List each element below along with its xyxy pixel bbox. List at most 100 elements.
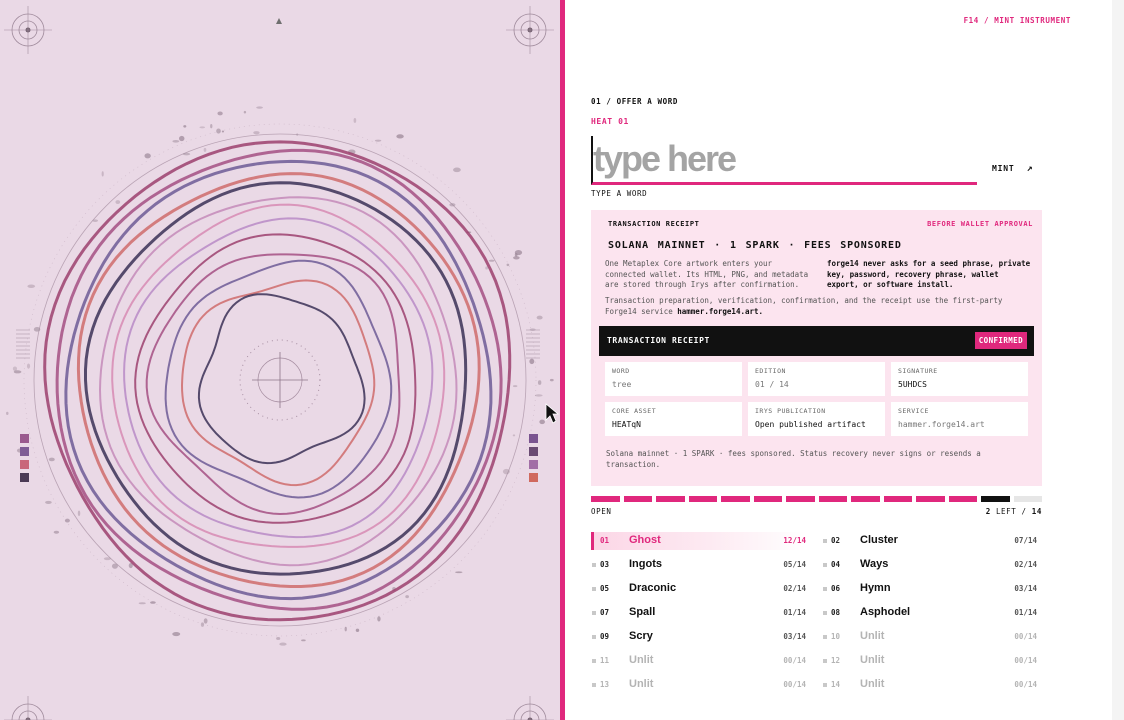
artwork-rings-svg [4,6,560,720]
speck [488,259,495,262]
palette-swatch-left [20,434,29,443]
heat-item-01[interactable]: 01 Ghost 12/14 [591,532,806,550]
speck [344,626,347,632]
field-value: 5UHDCS [898,380,927,389]
mint-panel: F14 / MINT INSTRUMENT 01 / OFFER A WORD … [565,0,1124,720]
receipt-heading: TRANSACTION RECEIPT [608,220,700,228]
heat-count: 00/14 [1014,680,1037,689]
heat-item-12[interactable]: 12 Unlit 00/14 [822,652,1037,670]
speck [6,411,9,415]
speck [243,110,247,114]
heat-item-06[interactable]: 06 Hymn 03/14 [822,580,1037,598]
speck [183,125,187,128]
speck [502,468,510,475]
progress-segment [656,496,685,502]
progress-segment [1013,496,1042,502]
heat-num: 02 [831,536,841,545]
heat-item-10[interactable]: 10 Unlit 00/14 [822,628,1037,646]
receipt-security-warning: forge14 never asks for a seed phrase, pr… [827,259,1031,289]
heat-num: 08 [831,608,841,617]
heat-name: Asphodel [860,606,911,618]
progress-segment [883,496,912,502]
heat-count: 01/14 [783,608,806,617]
speck [27,284,36,288]
speck [279,642,287,646]
speck [138,602,146,605]
speck [53,530,60,534]
open-published-artifact-link[interactable]: Open published artifact [755,420,878,429]
speck [144,153,151,159]
receipt-service-text: Transaction preparation, verification, c… [605,296,1003,316]
palette-swatch-right [529,473,538,482]
speck [199,126,206,129]
speck [26,363,31,369]
speck [210,124,213,129]
scrollbar[interactable] [1112,0,1124,720]
speck [92,219,98,222]
heat-item-03[interactable]: 03 Ingots 05/14 [591,556,806,574]
heat-item-08[interactable]: 08 Asphodel 01/14 [822,604,1037,622]
speck [217,111,223,116]
word-input[interactable] [591,136,977,185]
speck [377,616,381,622]
heat-count: 00/14 [1014,656,1037,665]
field-value: tree [612,380,632,389]
heat-item-07[interactable]: 07 Spall 01/14 [591,604,806,622]
palette-swatch-right [529,447,538,456]
speck [172,631,181,637]
heat-item-14[interactable]: 14 Unlit 00/14 [822,676,1037,694]
heat-marker [592,563,596,567]
mint-button[interactable]: MINT ↗ [992,163,1033,174]
heat-name: Draconic [629,582,677,594]
progress-segment [721,496,750,502]
receipt-bar-title: TRANSACTION RECEIPT [607,336,710,345]
receipt-note: BEFORE WALLET APPROVAL [927,220,1033,228]
field-irys-publication[interactable]: IRYS PUBLICATION Open published artifact [748,402,885,436]
heat-item-04[interactable]: 04 Ways 02/14 [822,556,1037,574]
heat-name: Spall [629,606,656,618]
heat-item-13[interactable]: 13 Unlit 00/14 [591,676,806,694]
palette-swatch-left [20,473,29,482]
heat-item-11[interactable]: 11 Unlit 00/14 [591,652,806,670]
speck [103,557,111,561]
speck [529,358,535,365]
heat-num: 04 [831,560,841,569]
art-ring [111,203,446,548]
step-label: 01 / OFFER A WORD [591,97,678,106]
field-core-asset[interactable]: CORE ASSET HEATqN [605,402,742,436]
heat-marker [592,635,596,639]
brand-label: F14 / MINT INSTRUMENT [963,16,1071,25]
speck [396,134,404,139]
speck [115,200,121,205]
heat-item-02[interactable]: 02 Cluster 07/14 [822,532,1037,550]
heat-count: 05/14 [783,560,806,569]
artwork-canvas [0,0,560,720]
speck [453,167,461,173]
heat-name: Unlit [860,678,885,690]
speck [449,203,456,207]
speck [203,147,207,152]
speck [534,394,543,397]
receipt-service-host: hammer.forge14.art. [677,307,764,316]
field-signature[interactable]: SIGNATURE 5UHDCS [891,362,1028,396]
heat-item-09[interactable]: 09 Scry 03/14 [591,628,806,646]
heat-name: Unlit [629,654,654,666]
heat-marker [823,635,827,639]
heat-item-05[interactable]: 05 Draconic 02/14 [591,580,806,598]
heat-num: 14 [831,680,841,689]
progress-segment [688,496,717,502]
speck [221,130,225,133]
field-label: IRYS PUBLICATION [755,407,826,415]
progress-segment [981,496,1010,502]
speck [353,118,357,123]
speck [276,637,281,640]
heat-count: 00/14 [783,680,806,689]
heat-num: 11 [600,656,610,665]
field-label: SIGNATURE [898,367,938,375]
heat-name: Ingots [629,558,662,570]
progress-segment [786,496,815,502]
mouse-cursor-icon [545,403,560,424]
remaining-label: LEFT / [995,507,1027,516]
speck [537,380,542,385]
mint-button-label: MINT [992,164,1015,173]
